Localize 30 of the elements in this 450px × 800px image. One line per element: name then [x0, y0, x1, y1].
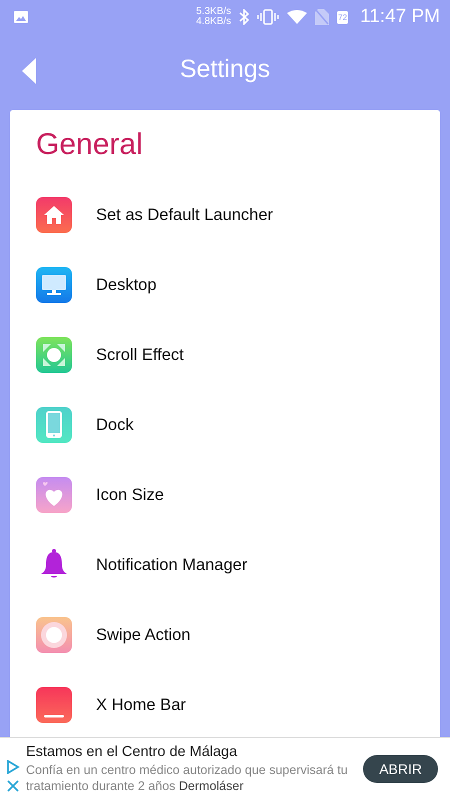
target-icon [36, 337, 72, 373]
settings-item[interactable]: Set as Default Launcher [96, 206, 274, 224]
image-icon [14, 11, 28, 23]
ad-title: Estamos en el Centro de Málaga [26, 744, 238, 760]
vibrate-icon [257, 9, 280, 25]
upload-speed: 5.3KB/s [196, 7, 232, 17]
settings-item[interactable]: Dock [96, 416, 134, 434]
settings-item[interactable]: Scroll Effect [96, 346, 184, 364]
settings-item[interactable]: Swipe Action [96, 626, 190, 644]
wifi-icon [287, 10, 308, 24]
download-speed: 4.8KB/s [196, 17, 232, 27]
section-heading: General [36, 128, 144, 162]
clock: 11:47 PM [360, 6, 440, 28]
play-icon[interactable] [6, 760, 20, 774]
close-icon[interactable] [7, 780, 19, 792]
no-sim-icon [315, 9, 330, 25]
battery-level: 72 [337, 10, 348, 24]
settings-item[interactable]: Icon Size [96, 486, 164, 504]
settings-item[interactable]: X Home Bar [96, 696, 186, 714]
ad-text: Confía en un centro médico autorizado que supervisará tu tratamiento durante 2 años Dermoláser [26, 762, 349, 794]
settings-item[interactable]: Desktop [96, 276, 157, 294]
phone-icon [36, 407, 72, 443]
bluetooth-icon [239, 9, 250, 25]
monitor-icon [36, 267, 72, 303]
home-bar-icon [36, 687, 72, 723]
house-icon [36, 197, 72, 233]
open-button[interactable]: ABRIR [363, 755, 438, 783]
page-title: Settings [180, 54, 270, 84]
settings-item[interactable]: Notification Manager [96, 556, 248, 574]
ring-icon [36, 617, 72, 653]
